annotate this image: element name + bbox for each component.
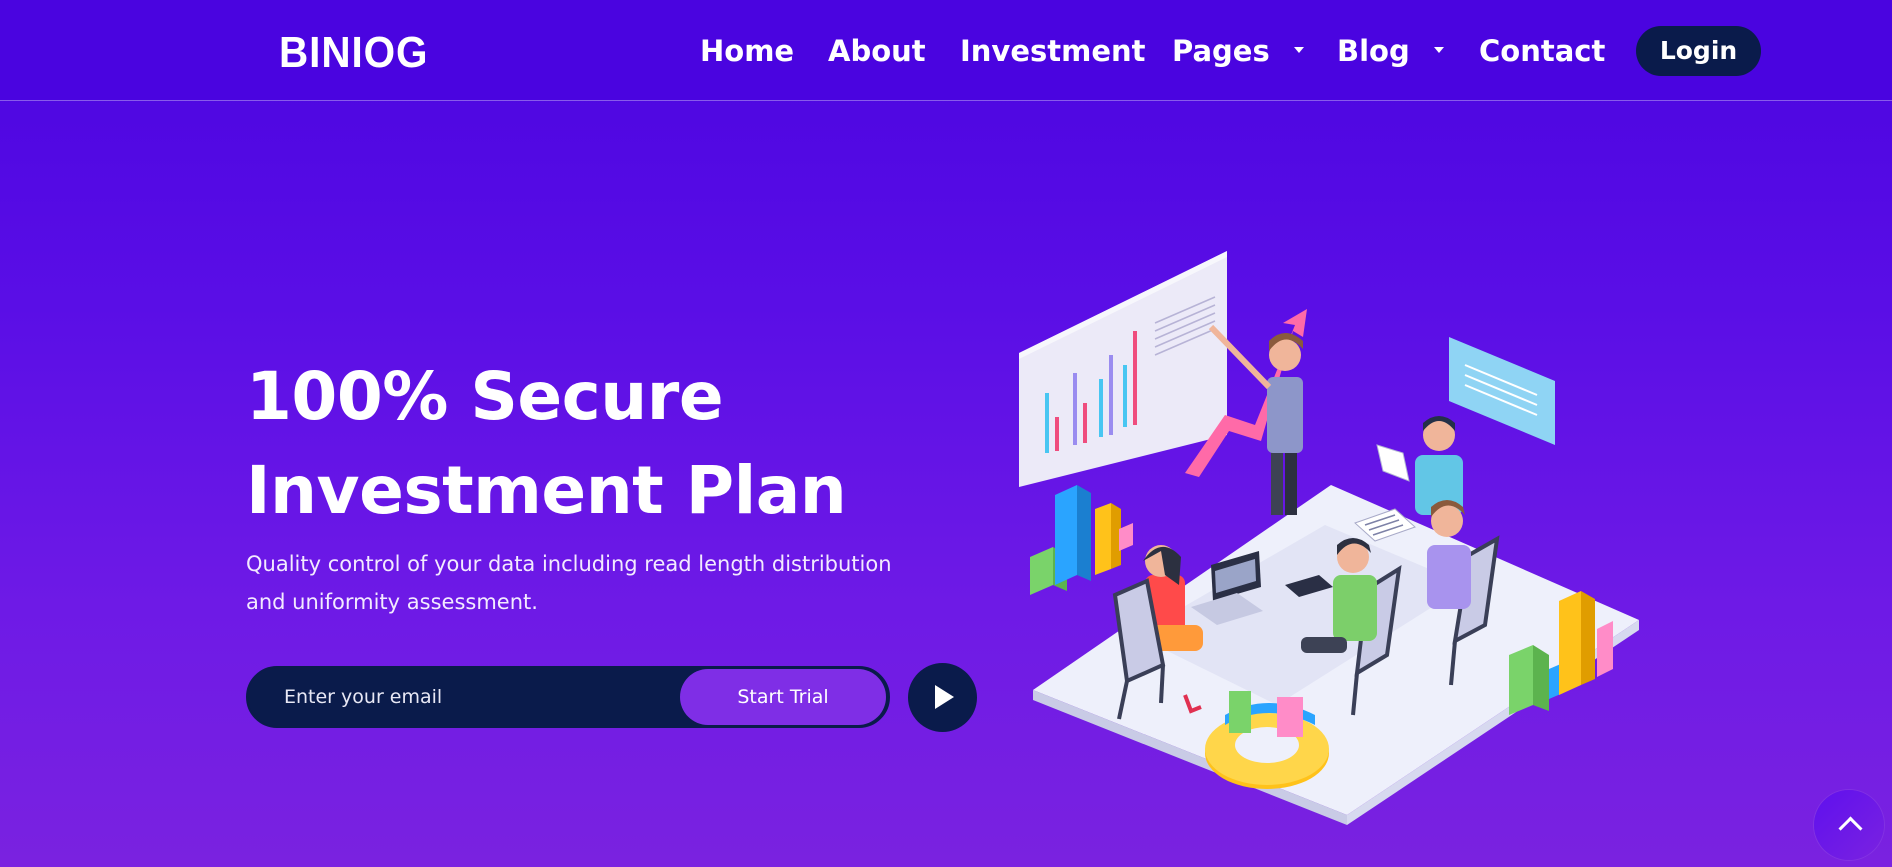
bar-blocks-left-illustration bbox=[1030, 485, 1133, 595]
caret-down-icon bbox=[1293, 47, 1304, 53]
nav-item-home[interactable]: Home bbox=[700, 30, 794, 72]
nav-item-blog[interactable]: Blog bbox=[1337, 30, 1444, 72]
nav-item-contact[interactable]: Contact bbox=[1479, 30, 1605, 72]
start-trial-button[interactable]: Start Trial bbox=[680, 669, 886, 725]
play-video-button[interactable] bbox=[908, 663, 977, 732]
hero-title-line: 100% Secure bbox=[246, 358, 724, 435]
chat-bubble-illustration bbox=[1449, 337, 1555, 445]
man-in-purple-illustration bbox=[1427, 500, 1471, 609]
caret-down-icon bbox=[1433, 47, 1444, 53]
nav-item-investment[interactable]: Investment bbox=[960, 30, 1146, 72]
nav-item-label: Contact bbox=[1479, 34, 1606, 68]
hero-title-line: Investment Plan bbox=[246, 452, 847, 529]
hero-subtitle: Quality control of your data including r… bbox=[246, 552, 892, 614]
brand-logo[interactable]: BINIOG bbox=[279, 28, 428, 78]
nav-item-label: Investment bbox=[960, 34, 1146, 68]
nav-item-pages[interactable]: Pages bbox=[1172, 30, 1304, 72]
login-button[interactable]: Login bbox=[1636, 26, 1761, 76]
reader-illustration bbox=[1376, 416, 1463, 515]
email-input[interactable] bbox=[248, 668, 678, 726]
presentation-board-illustration bbox=[1019, 251, 1227, 487]
hero-title: 100% Secure Investment Plan bbox=[246, 350, 946, 538]
scroll-to-top-button[interactable] bbox=[1814, 790, 1884, 860]
team-meeting-illustration bbox=[1019, 251, 1639, 825]
subscribe-form: Start Trial bbox=[246, 666, 890, 728]
nav-item-about[interactable]: About bbox=[828, 30, 926, 72]
site-header: BINIOG Home About Investment Pages Blog … bbox=[0, 0, 1892, 101]
nav-item-label: Pages bbox=[1172, 34, 1270, 68]
nav-item-label: About bbox=[828, 34, 926, 68]
nav-item-label: Home bbox=[700, 34, 795, 68]
nav-item-label: Blog bbox=[1337, 34, 1410, 68]
